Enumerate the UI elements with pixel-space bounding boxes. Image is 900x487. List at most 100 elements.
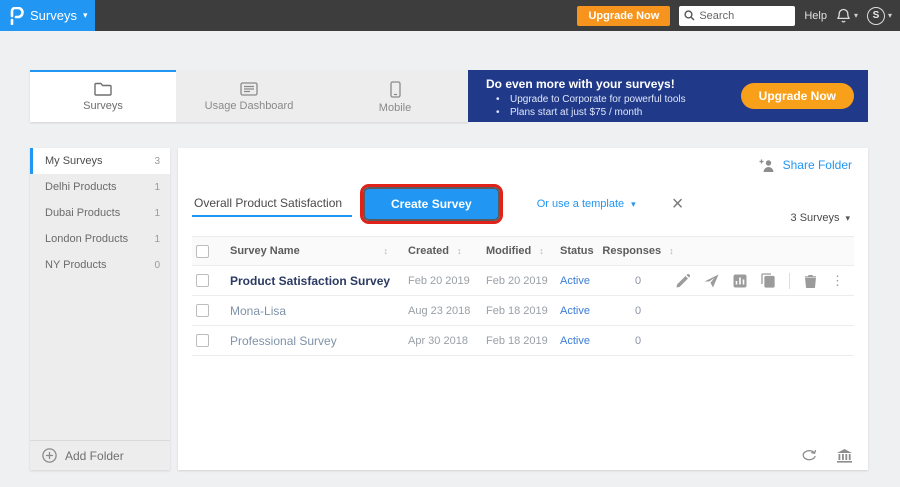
folder-icon [94,82,112,96]
row-checkbox[interactable] [196,304,209,317]
add-folder-button[interactable]: Add Folder [30,440,170,470]
questionpro-logo-icon [8,7,24,25]
created-date: Apr 30 2018 [408,335,468,347]
tab-usage-dashboard[interactable]: Usage Dashboard [176,70,322,122]
share-folder-label: Share Folder [783,158,852,172]
row-checkbox[interactable] [196,274,209,287]
tab-surveys[interactable]: Surveys [30,70,176,122]
select-all-checkbox[interactable] [196,245,209,258]
modified-date: Feb 18 2019 [486,305,548,317]
folder-count: 1 [154,234,160,245]
send-icon[interactable] [704,274,719,288]
product-name: Surveys [30,8,77,23]
use-template-label: Or use a template [537,198,624,210]
folders-sidebar: My Surveys 3 Delhi Products 1 Dubai Prod… [30,148,170,470]
sort-icon[interactable] [539,246,544,256]
sort-icon[interactable] [457,246,462,256]
more-actions-icon[interactable] [831,273,844,289]
folder-count: 1 [154,208,160,219]
edit-icon[interactable] [676,274,690,288]
surveys-panel: Share Folder Create Survey Or use a temp… [178,148,868,470]
table-row: Mona-Lisa Aug 23 2018 Feb 18 2019 Active… [192,296,854,326]
sidebar-item-ny-products[interactable]: NY Products 0 [30,252,170,278]
plus-circle-icon [42,448,57,463]
chevron-down-icon [845,214,850,223]
table-row: Professional Survey Apr 30 2018 Feb 18 2… [192,326,854,356]
responses-count: 0 [635,335,641,347]
survey-name-link[interactable]: Mona-Lisa [230,304,286,318]
navbar-right: Upgrade Now Help S [577,6,900,26]
folder-name: London Products [45,233,128,245]
chevron-down-icon [631,200,636,209]
modified-date: Feb 20 2019 [486,275,548,287]
status-link[interactable]: Active [560,305,590,317]
help-link[interactable]: Help [804,10,827,22]
column-header-created[interactable]: Created [408,245,449,257]
survey-name-link[interactable]: Professional Survey [230,334,337,348]
search-box[interactable] [679,6,795,26]
surveys-count-label: 3 Surveys [791,212,840,224]
folder-name: NY Products [45,259,107,271]
bell-icon [836,8,851,24]
account-menu[interactable]: S [867,7,892,25]
surveys-count-dropdown[interactable]: 3 Surveys [791,212,850,224]
modified-date: Feb 18 2019 [486,335,548,347]
product-switcher[interactable]: Surveys [0,0,95,31]
folder-name: Dubai Products [45,207,120,219]
created-date: Aug 23 2018 [408,305,470,317]
divider [789,273,790,289]
table-row: Product Satisfaction Survey Feb 20 2019 … [192,266,854,296]
notifications-menu[interactable] [836,8,858,24]
status-link[interactable]: Active [560,335,590,347]
row-checkbox[interactable] [196,334,209,347]
top-navbar: Surveys Upgrade Now Help S [0,0,900,31]
create-survey-row: Create Survey Or use a template [192,184,683,224]
annotation-highlight: Create Survey [360,184,503,224]
sort-icon[interactable] [384,246,389,256]
folder-name: My Surveys [45,155,102,167]
upgrade-banner: Do even more with your surveys! Upgrade … [468,70,868,122]
survey-name-input[interactable] [192,191,352,217]
column-header-responses[interactable]: Responses [602,245,661,257]
card-footer-icons [801,449,852,463]
tab-label: Usage Dashboard [205,100,294,112]
survey-name-link[interactable]: Product Satisfaction Survey [230,274,390,288]
add-person-icon [759,159,776,172]
column-header-modified[interactable]: Modified [486,245,531,257]
sort-icon[interactable] [669,246,674,256]
use-template-dropdown[interactable]: Or use a template [537,198,636,210]
folder-count: 1 [154,182,160,193]
dashboard-icon [240,82,258,96]
restore-history-icon[interactable] [801,449,817,463]
delete-icon[interactable] [804,274,817,288]
sidebar-item-my-surveys[interactable]: My Surveys 3 [30,148,170,174]
upgrade-now-button[interactable]: Upgrade Now [577,6,670,26]
sidebar-item-delhi-products[interactable]: Delhi Products 1 [30,174,170,200]
column-header-survey-name[interactable]: Survey Name [230,245,300,257]
responses-count: 0 [635,275,641,287]
search-icon [684,10,695,21]
sidebar-item-london-products[interactable]: London Products 1 [30,226,170,252]
folder-count: 0 [154,260,160,271]
tab-label: Mobile [379,102,411,114]
tab-label: Surveys [83,100,123,112]
banner-upgrade-button[interactable]: Upgrade Now [741,83,854,109]
create-survey-button[interactable]: Create Survey [365,189,498,219]
sidebar-item-dubai-products[interactable]: Dubai Products 1 [30,200,170,226]
chevron-down-icon [83,11,88,20]
analytics-icon[interactable] [733,274,747,288]
share-folder-button[interactable]: Share Folder [759,158,852,172]
status-link[interactable]: Active [560,275,590,287]
add-folder-label: Add Folder [65,449,124,463]
created-date: Feb 20 2019 [408,275,470,287]
archive-bank-icon[interactable] [837,449,852,463]
column-header-status[interactable]: Status [560,245,594,257]
chevron-down-icon [854,12,858,20]
close-icon[interactable] [672,194,684,214]
surveys-table: Survey Name Created Modified Status Resp… [192,236,854,356]
mobile-icon [390,81,401,98]
tab-mobile[interactable]: Mobile [322,70,468,122]
copy-icon[interactable] [761,273,775,288]
responses-count: 0 [635,305,641,317]
search-input[interactable] [699,10,784,22]
